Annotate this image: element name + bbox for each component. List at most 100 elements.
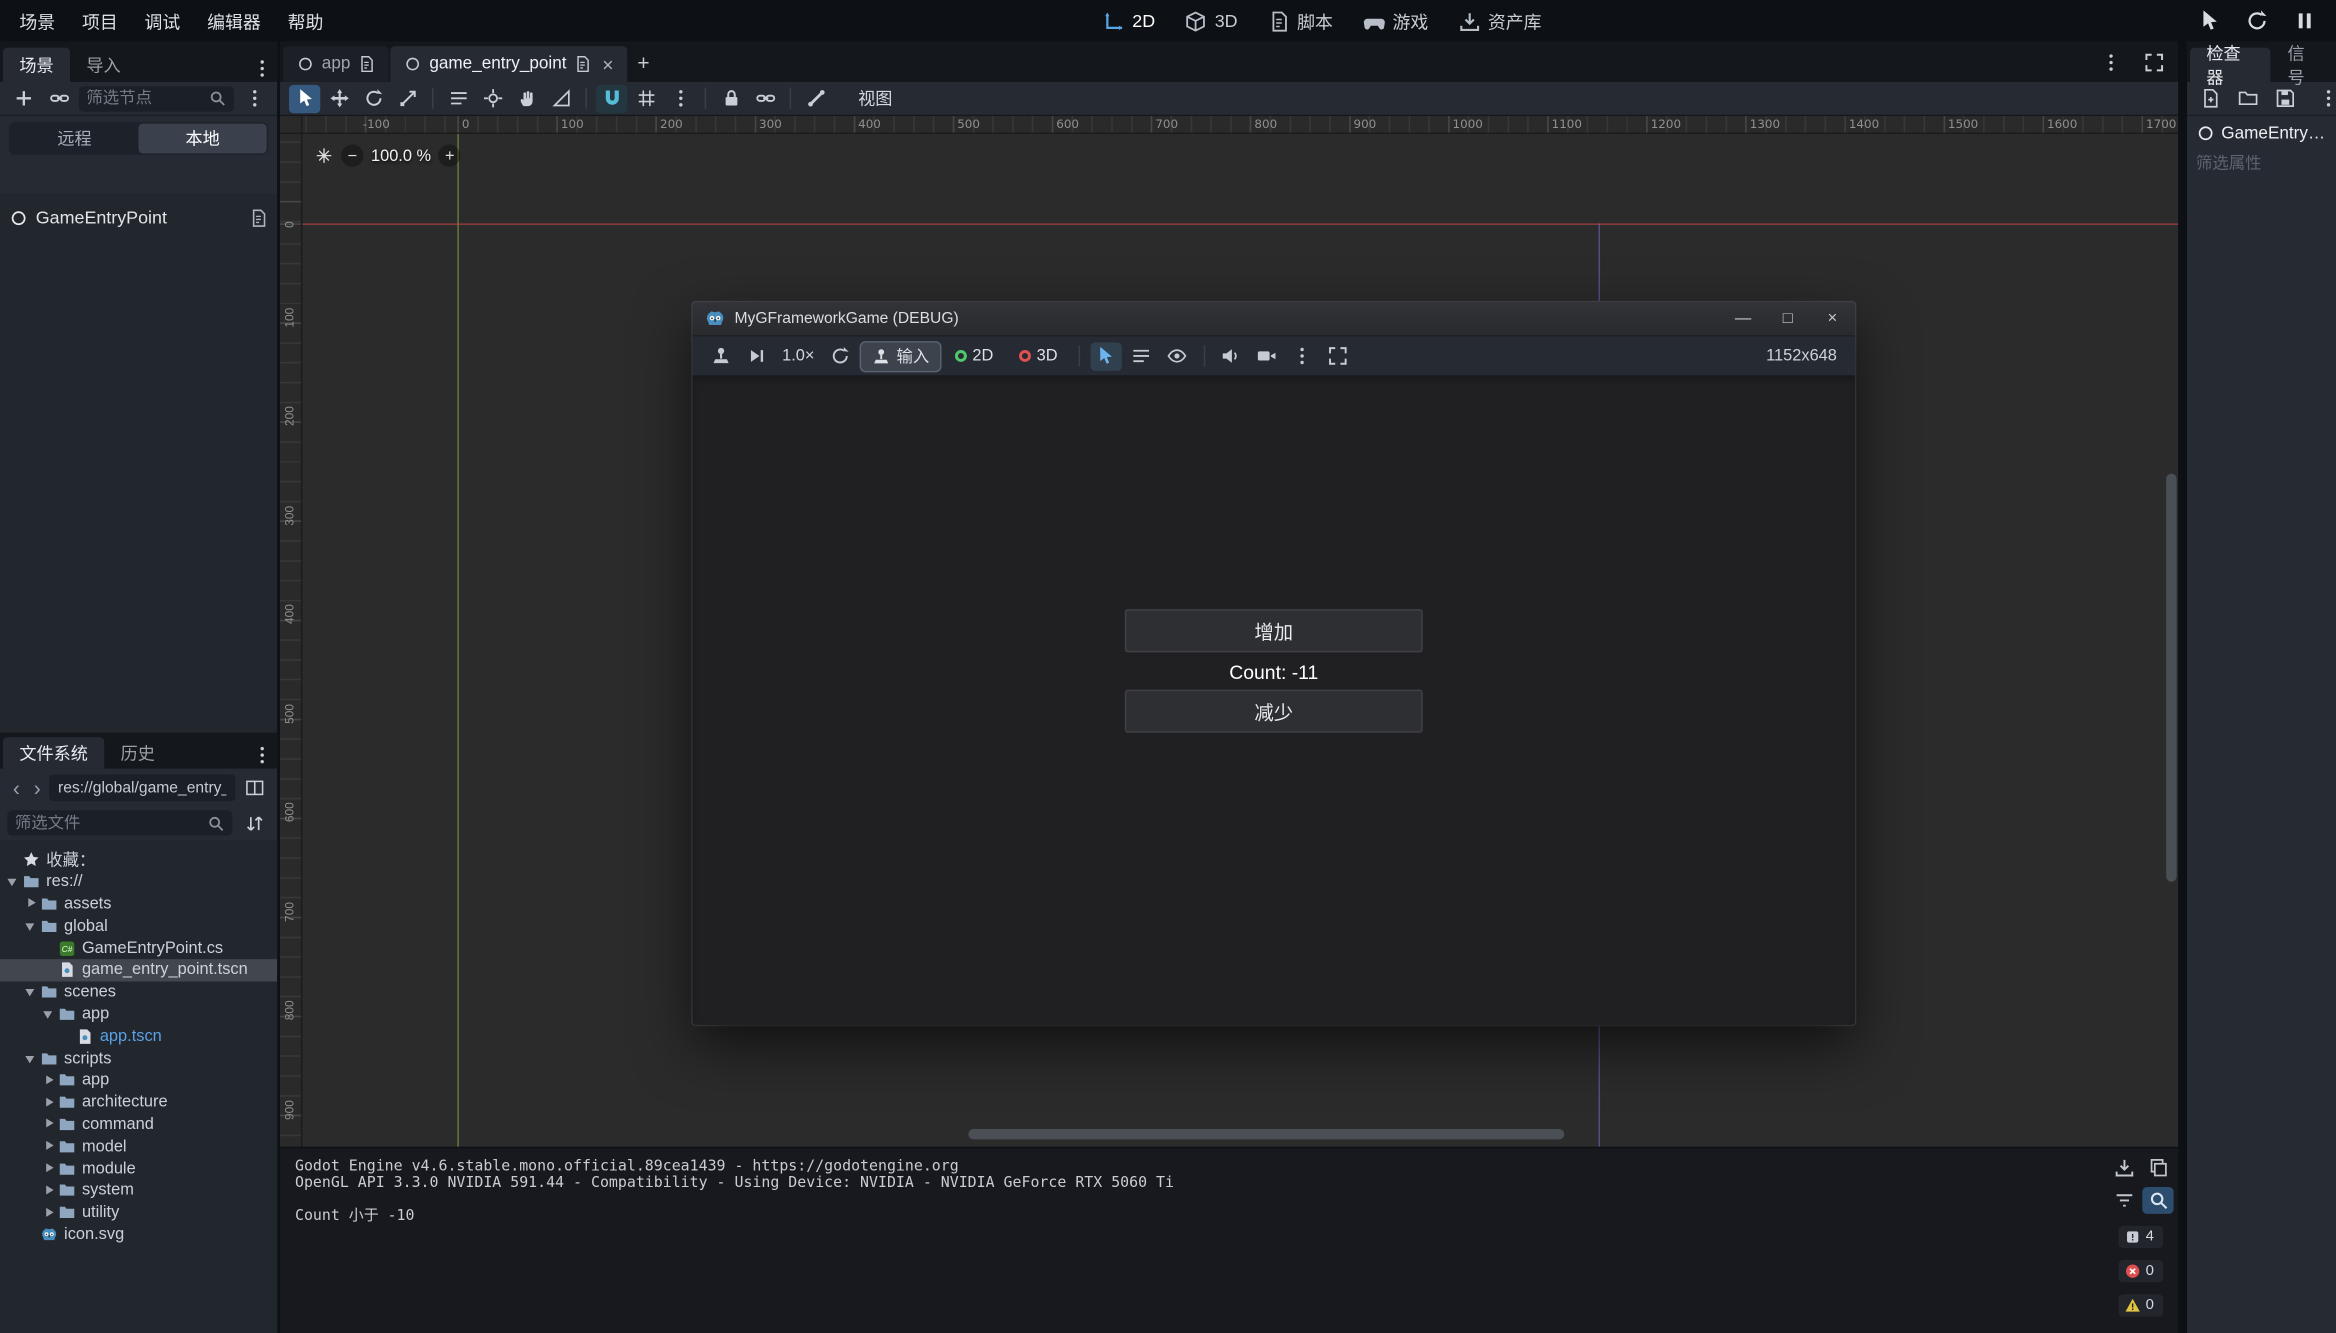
workspace-game[interactable]: 游戏 (1363, 8, 1429, 33)
filesystem-menu-button[interactable] (246, 740, 277, 768)
folder-item[interactable]: scripts (0, 1047, 277, 1069)
tab-history[interactable]: 历史 (104, 737, 171, 768)
tab-inspector[interactable]: 检查器 (2190, 48, 2271, 82)
reset-speed-button[interactable] (825, 342, 856, 370)
restart-game-button[interactable] (2241, 6, 2274, 36)
remote-tab[interactable]: 远程 (10, 124, 138, 154)
tab-scene[interactable]: 场景 (3, 48, 70, 82)
list-mode-button[interactable] (1126, 342, 1157, 370)
canvas-vscrollbar[interactable] (2166, 134, 2176, 1132)
zoom-out-button[interactable]: − (341, 144, 363, 166)
workspace-2d[interactable]: 2D (1102, 10, 1155, 32)
messages-count-badge[interactable]: 4 (2119, 1226, 2163, 1248)
list-select-button[interactable] (442, 84, 473, 112)
zoom-level[interactable]: 100.0 % (371, 147, 431, 165)
game-debug-button[interactable] (705, 342, 736, 370)
select-mode-button[interactable] (1090, 342, 1121, 370)
add-node-button[interactable] (7, 84, 38, 112)
view-menu[interactable]: 视图 (849, 83, 901, 113)
increase-button[interactable]: 增加 (1125, 609, 1423, 652)
group-node-button[interactable] (749, 84, 780, 112)
scene-tab-game-entry-point[interactable]: game_entry_point × (391, 46, 627, 82)
tree-chevron-icon[interactable] (42, 1073, 57, 1088)
tab-import[interactable]: 导入 (70, 48, 137, 82)
inspected-node[interactable]: GameEntryPoint (2187, 116, 2336, 150)
folder-item[interactable]: utility (0, 1202, 277, 1224)
game-options-button[interactable] (1287, 342, 1318, 370)
tree-chevron-icon[interactable] (42, 1007, 57, 1022)
snap-options-button[interactable] (664, 84, 695, 112)
open-script-icon[interactable] (249, 208, 268, 227)
zoom-in-button[interactable]: + (439, 144, 461, 166)
folder-item[interactable]: architecture (0, 1091, 277, 1113)
scene-tabs-menu-button[interactable] (2095, 48, 2126, 76)
menu-scene[interactable]: 场景 (6, 2, 69, 39)
maximize-button[interactable]: □ (1765, 302, 1810, 335)
tree-chevron-icon[interactable] (6, 875, 21, 890)
filter-properties-input[interactable] (2196, 155, 2327, 173)
filter-files-input[interactable] (15, 814, 207, 832)
tree-chevron-icon[interactable] (42, 1117, 57, 1132)
errors-count-badge[interactable]: 0 (2119, 1260, 2163, 1282)
tab-filesystem[interactable]: 文件系统 (3, 737, 104, 768)
scale-tool-button[interactable] (392, 84, 423, 112)
new-resource-button[interactable] (2194, 84, 2225, 112)
file-item[interactable]: C#GameEntryPoint.cs (0, 937, 277, 959)
folder-item[interactable]: res:// (0, 871, 277, 893)
file-item[interactable]: icon.svg (0, 1224, 277, 1246)
rotate-tool-button[interactable] (358, 84, 389, 112)
tree-chevron-icon[interactable] (42, 1161, 57, 1176)
input-mode-toggle[interactable]: 输入 (861, 342, 940, 370)
folder-item[interactable]: assets (0, 893, 277, 915)
file-item[interactable]: app.tscn (0, 1025, 277, 1047)
camera-override-button[interactable] (1251, 342, 1282, 370)
game-fullscreen-button[interactable] (1323, 342, 1354, 370)
tree-chevron-icon[interactable] (42, 1183, 57, 1198)
hscroll-thumb[interactable] (968, 1129, 1564, 1139)
close-tab-icon[interactable]: × (602, 54, 613, 73)
pan-tool-button[interactable] (511, 84, 542, 112)
workspace-script[interactable]: 脚本 (1267, 8, 1333, 33)
warnings-count-badge[interactable]: 0 (2119, 1294, 2163, 1316)
center-view-icon[interactable] (314, 146, 333, 165)
tree-chevron-icon[interactable] (42, 1095, 57, 1110)
game-window-titlebar[interactable]: MyGFrameworkGame (DEBUG) — □ × (693, 302, 1855, 336)
move-tool-button[interactable] (323, 84, 354, 112)
mode-2d-toggle[interactable]: 2D (944, 342, 1004, 370)
copy-log-button[interactable] (2142, 1154, 2173, 1181)
tree-chevron-icon[interactable] (24, 1051, 39, 1066)
file-item[interactable]: 收藏： (0, 849, 277, 871)
decrease-button[interactable]: 减少 (1125, 690, 1423, 733)
tree-chevron-icon[interactable] (24, 919, 39, 934)
game-window[interactable]: MyGFrameworkGame (DEBUG) — □ × 1.0× 输入 2… (693, 302, 1855, 1024)
select-tool-button[interactable] (289, 84, 320, 112)
menu-debug[interactable]: 调试 (131, 2, 194, 39)
folder-item[interactable]: app (0, 1003, 277, 1025)
path-input[interactable] (49, 774, 235, 801)
download-log-button[interactable] (2108, 1154, 2139, 1181)
grid-snap-button[interactable] (630, 84, 661, 112)
skeleton-options-button[interactable] (800, 84, 831, 112)
nav-back-icon[interactable]: ‹ (7, 777, 25, 798)
scene-node-row[interactable]: GameEntryPoint (0, 203, 277, 233)
menu-project[interactable]: 项目 (69, 2, 132, 39)
nav-forward-icon[interactable]: › (28, 777, 46, 798)
filter-messages-button[interactable] (2108, 1187, 2139, 1214)
lock-node-button[interactable] (715, 84, 746, 112)
pick-mode-button[interactable] (2193, 6, 2226, 36)
split-view-button[interactable] (238, 773, 269, 801)
folder-item[interactable]: command (0, 1113, 277, 1135)
folder-item[interactable]: scenes (0, 981, 277, 1003)
folder-item[interactable]: module (0, 1157, 277, 1179)
load-resource-button[interactable] (2232, 84, 2263, 112)
ruler-tool-button[interactable] (545, 84, 576, 112)
pivot-tool-button[interactable] (477, 84, 508, 112)
menu-editor[interactable]: 编辑器 (194, 2, 274, 39)
tree-chevron-icon[interactable] (24, 985, 39, 1000)
mute-audio-button[interactable] (1215, 342, 1246, 370)
canvas-hscrollbar[interactable] (302, 1129, 2163, 1139)
distraction-free-button[interactable] (2138, 48, 2169, 76)
folder-item[interactable]: app (0, 1069, 277, 1091)
workspace-assetlib[interactable]: 资产库 (1458, 8, 1541, 33)
visibility-button[interactable] (1162, 342, 1193, 370)
